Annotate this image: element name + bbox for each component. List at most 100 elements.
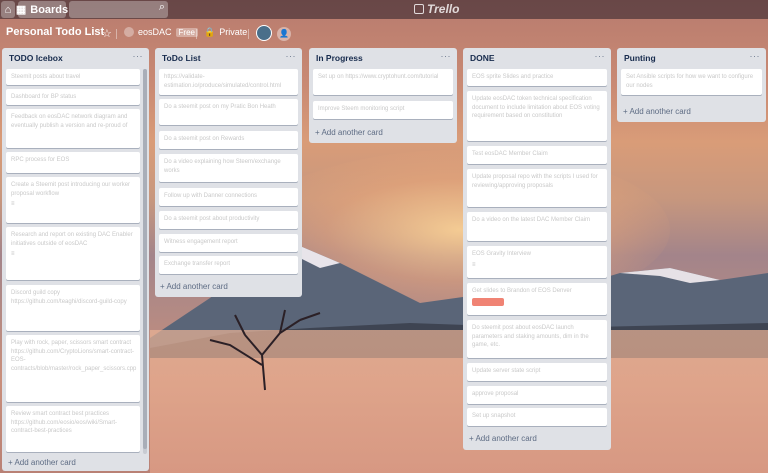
card[interactable]: https://validate-estimation.io/produce/s…	[159, 69, 298, 95]
card-title: Steemit posts about travel	[11, 74, 81, 80]
description-icon: ≡	[472, 261, 476, 268]
card[interactable]: Test eosDAC Member Claim	[467, 146, 607, 164]
card-title: EOS sprite Slides and practice	[472, 74, 554, 80]
search-input[interactable]	[69, 3, 149, 20]
card-title: Update proposal repo with the scripts I …	[472, 174, 598, 189]
card[interactable]: Dashboard for BP status	[6, 89, 140, 105]
card-title: RPC process for EOS	[11, 157, 70, 163]
card[interactable]: Steemit posts about travel	[6, 69, 140, 85]
member-avatar[interactable]	[256, 25, 272, 41]
card[interactable]: Improve Steem monitoring script	[313, 101, 453, 119]
card[interactable]: Witness engagement report	[159, 234, 298, 252]
card[interactable]: Do steemit post about eosDAC launch para…	[467, 320, 607, 358]
divider	[196, 29, 197, 39]
home-button[interactable]: ⌂	[1, 1, 15, 18]
list-header: DONE ···	[463, 48, 611, 68]
card[interactable]: Set Ansible scripts for how we want to c…	[621, 69, 762, 95]
list-header: Punting ···	[617, 48, 766, 68]
card-title: Update server state script	[472, 368, 541, 374]
card[interactable]: Exchange transfer report	[159, 256, 298, 274]
card[interactable]: Get slides to Brandon of EOS Denver	[467, 283, 607, 315]
card-title: Set up on https://www.cryptohunt.com/tut…	[318, 74, 439, 80]
card-title: approve proposal	[472, 391, 519, 397]
list-title[interactable]: ToDo List	[162, 53, 201, 63]
card-title: Update eosDAC token technical specificat…	[472, 96, 600, 120]
card-title: Dashboard for BP status	[11, 94, 77, 100]
card-title: Play with rock, paper, scissors smart co…	[11, 340, 137, 373]
list-menu-icon[interactable]: ···	[441, 51, 452, 61]
card[interactable]: Set up snapshot	[467, 408, 607, 426]
visibility-button[interactable]: 🔒 Private	[204, 27, 247, 38]
team-icon	[124, 27, 134, 37]
card[interactable]: EOS Gravity Interview ≡	[467, 246, 607, 278]
card[interactable]: EOS sprite Slides and practice	[467, 69, 607, 86]
card[interactable]: Do a steemit post on my Pratic Bon Heath	[159, 99, 298, 125]
search-box[interactable]: ⌕	[69, 1, 168, 20]
list-title[interactable]: In Progress	[316, 53, 363, 63]
team-name: eosDAC	[138, 27, 172, 37]
card[interactable]: Research and report on existing DAC Enab…	[6, 227, 140, 280]
card[interactable]: Update server state script	[467, 363, 607, 381]
card-title: Do steemit post about eosDAC launch para…	[472, 325, 589, 349]
card[interactable]: approve proposal	[467, 386, 607, 404]
team-button[interactable]: eosDAC Free	[124, 27, 198, 37]
list-menu-icon[interactable]: ···	[133, 51, 144, 61]
list-done: DONE ··· EOS sprite Slides and practice …	[463, 48, 611, 450]
card[interactable]: Do a video on the latest DAC Member Clai…	[467, 212, 607, 241]
card[interactable]: Discord guild copy https://github.com/te…	[6, 285, 140, 331]
card[interactable]: Feedback on eosDAC network diagram and e…	[6, 109, 140, 148]
card[interactable]: Play with rock, paper, scissors smart co…	[6, 335, 140, 402]
home-icon: ⌂	[4, 3, 12, 16]
trello-logo-text: Trello	[427, 2, 460, 16]
card-title: EOS Gravity Interview	[472, 251, 532, 257]
card-title: Do a steemit post about productivity	[164, 216, 260, 222]
description-icon: ≡	[11, 251, 15, 258]
trello-logo[interactable]: Trello	[414, 2, 459, 16]
card[interactable]: Update eosDAC token technical specificat…	[467, 91, 607, 141]
list-scrollbar[interactable]	[143, 69, 147, 454]
visibility-label: Private	[219, 27, 248, 37]
search-icon[interactable]: ⌕	[159, 1, 165, 14]
card[interactable]: Create a Steemit post introducing our wo…	[6, 177, 140, 223]
list-title[interactable]: TODO Icebox	[9, 53, 63, 63]
boards-icon: ▦	[15, 4, 27, 16]
card[interactable]: Review smart contract best practices htt…	[6, 406, 140, 452]
card[interactable]: Do a steemit post about productivity	[159, 211, 298, 229]
list-menu-icon[interactable]: ···	[286, 51, 297, 61]
card-title: https://validate-estimation.io/produce/s…	[164, 74, 282, 89]
card[interactable]: Update proposal repo with the scripts I …	[467, 169, 607, 207]
list-menu-icon[interactable]: ···	[595, 51, 606, 61]
add-card-button[interactable]: + Add another card	[160, 282, 228, 291]
card-title: Create a Steemit post introducing our wo…	[11, 182, 131, 197]
card[interactable]: Follow up with Danner connections	[159, 188, 298, 206]
card[interactable]: RPC process for EOS	[6, 152, 140, 173]
add-card-button[interactable]: + Add another card	[623, 107, 691, 116]
list-todo-icebox: TODO Icebox ··· Steemit posts about trav…	[2, 48, 149, 471]
card-title: Improve Steem monitoring script	[318, 106, 405, 112]
star-icon[interactable]: ☆	[102, 27, 112, 40]
trello-logo-icon	[414, 4, 424, 14]
card[interactable]: Do a steemit post on Rewards	[159, 131, 298, 149]
card[interactable]: Set up on https://www.cryptohunt.com/tut…	[313, 69, 453, 95]
add-card-button[interactable]: + Add another card	[8, 458, 76, 467]
card-title: Witness engagement report	[164, 239, 238, 245]
boards-button[interactable]: ▦ Boards	[15, 1, 68, 18]
list-title[interactable]: DONE	[470, 53, 495, 63]
board-title[interactable]: Personal Todo List	[6, 26, 104, 38]
invite-member-icon[interactable]: 👤	[277, 27, 291, 41]
divider	[116, 29, 117, 39]
board-header: Personal Todo List ☆ eosDAC Free 🔒 Priva…	[0, 24, 768, 44]
list-scrollbar-thumb[interactable]	[143, 69, 147, 449]
list-punting: Punting ··· Set Ansible scripts for how …	[617, 48, 766, 122]
lock-icon: 🔒	[204, 27, 216, 37]
background-tree	[209, 309, 321, 391]
card[interactable]: Do a video explaining how Steem/exchange…	[159, 154, 298, 182]
list-todo: ToDo List ··· https://validate-estimatio…	[155, 48, 302, 297]
list-title[interactable]: Punting	[624, 53, 656, 63]
list-menu-icon[interactable]: ···	[750, 51, 761, 61]
add-card-button[interactable]: + Add another card	[315, 128, 383, 137]
card-label	[472, 297, 504, 306]
divider	[248, 29, 249, 39]
list-header: In Progress ···	[309, 48, 457, 68]
add-card-button[interactable]: + Add another card	[469, 434, 537, 443]
